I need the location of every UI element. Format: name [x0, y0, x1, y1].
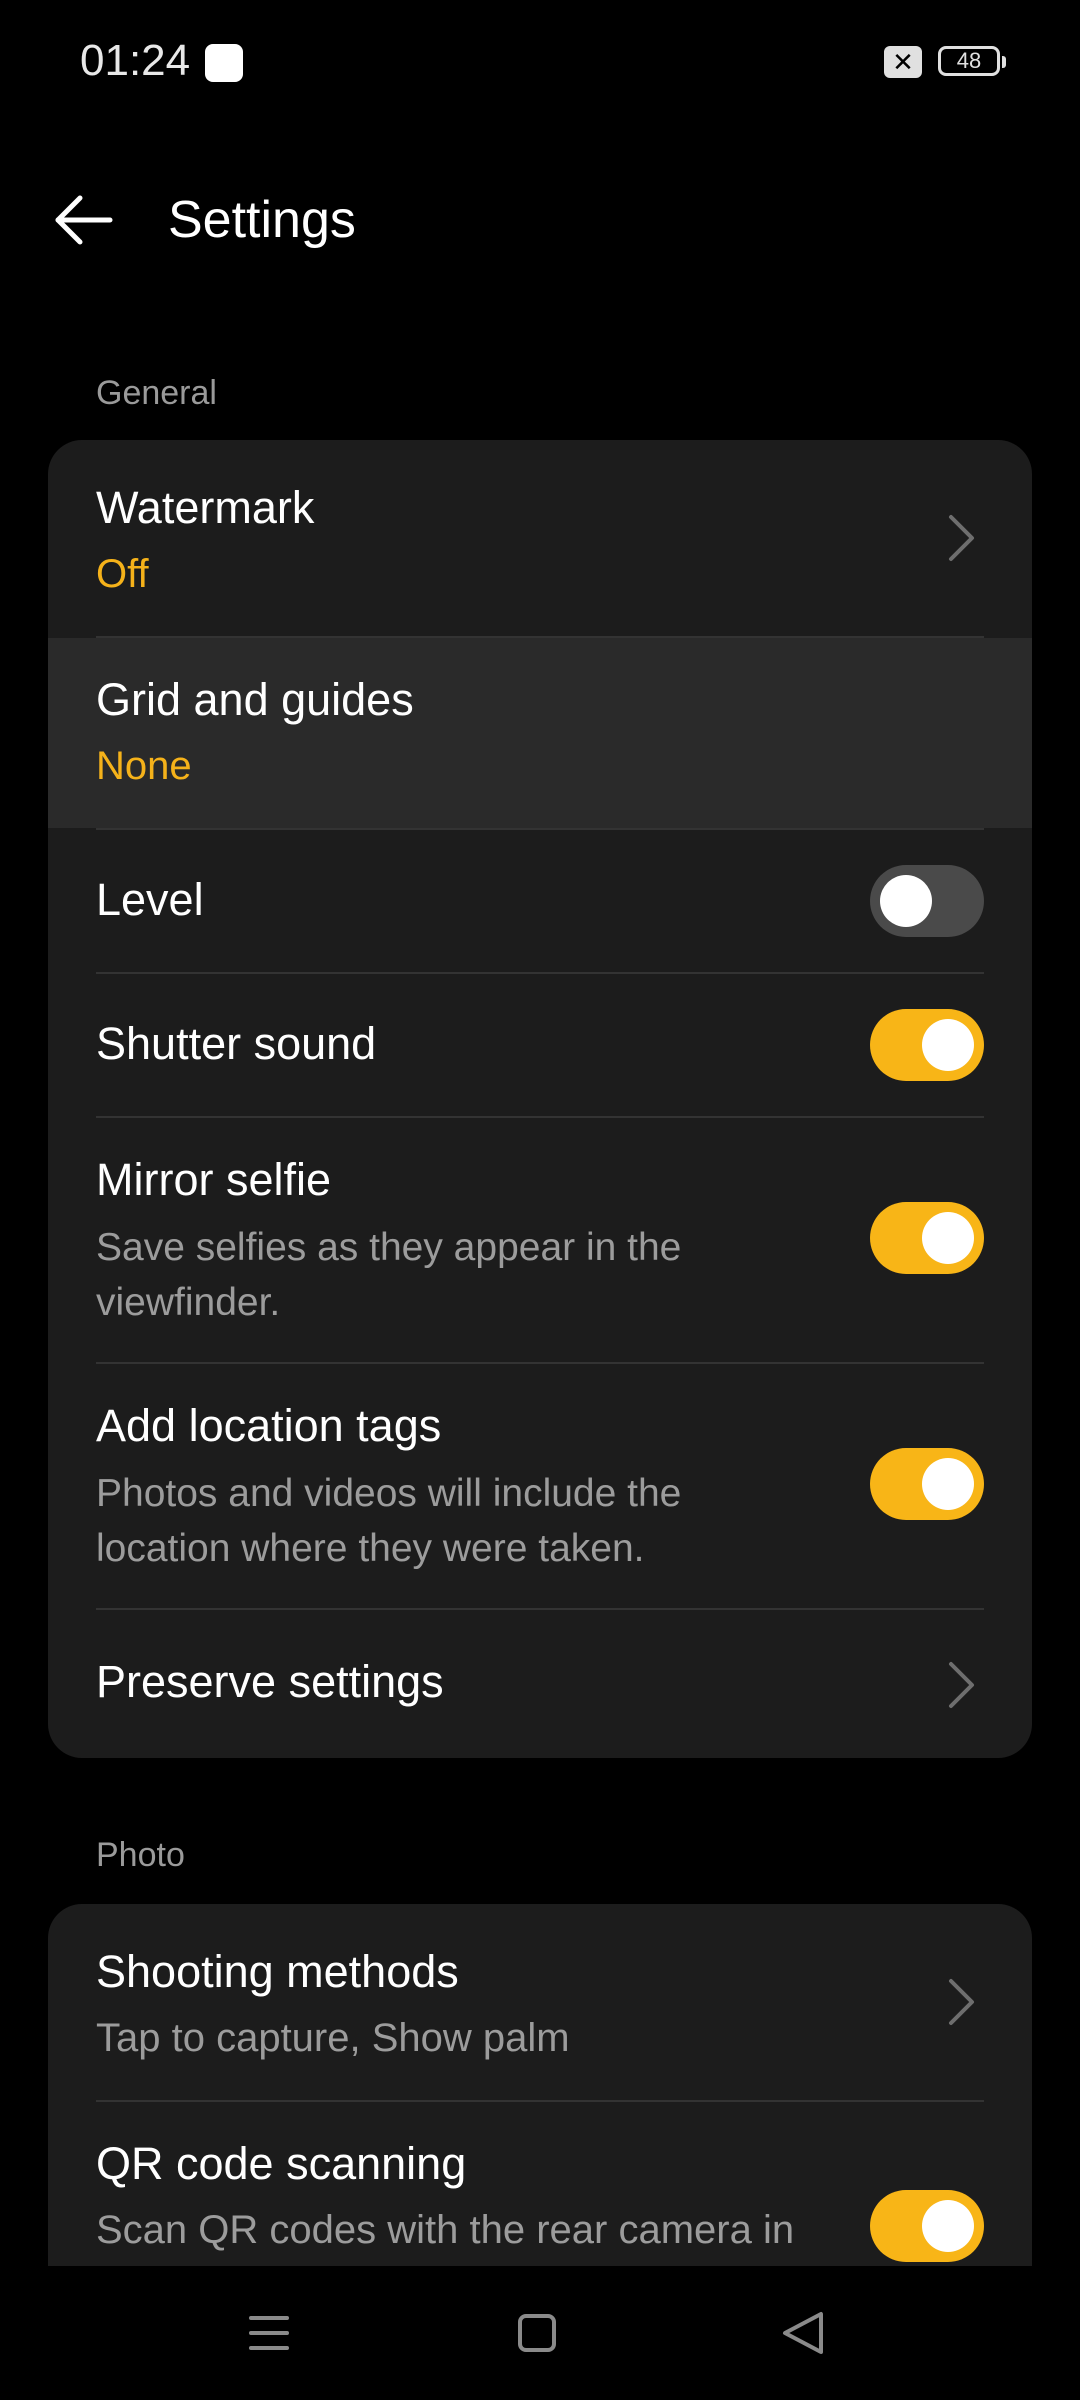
qr-code-scanning-title: QR code scanning [96, 2138, 467, 2189]
mirror-selfie-title: Mirror selfie [96, 1154, 332, 1205]
home-button[interactable] [497, 2296, 577, 2370]
section-label-general: General [96, 374, 217, 412]
realme-app-icon [205, 44, 243, 82]
general-settings-card: Watermark Off Grid and guides None Level… [48, 440, 1032, 1758]
status-bar: 01:24 ✕ 48 [0, 0, 1080, 126]
back-button[interactable] [40, 180, 130, 260]
watermark-title: Watermark [96, 482, 315, 533]
chevron-right-icon [949, 1979, 974, 2025]
level-toggle[interactable] [870, 865, 984, 937]
chevron-right-icon [949, 1662, 974, 1708]
mirror-selfie-subtitle: Save selfies as they appear in the viewf… [96, 1226, 682, 1324]
section-label-photo: Photo [96, 1836, 185, 1874]
status-time: 01:24 [80, 36, 191, 85]
back-nav-button[interactable] [763, 2296, 843, 2370]
qr-code-scanning-subtitle: Scan QR codes with the rear camera in [96, 2208, 795, 2252]
preserve-settings-title: Preserve settings [96, 1656, 444, 1707]
grid-title: Grid and guides [96, 674, 414, 725]
watermark-value: Off [96, 552, 149, 596]
system-navigation-bar [0, 2266, 1080, 2400]
watermark-row[interactable]: Watermark Off [48, 440, 1032, 636]
shutter-sound-title: Shutter sound [96, 1018, 377, 1069]
level-row[interactable]: Level [48, 830, 1032, 972]
qr-code-scanning-toggle[interactable] [870, 2190, 984, 2262]
shooting-methods-row[interactable]: Shooting methods Tap to capture, Show pa… [48, 1904, 1032, 2100]
back-triangle-icon [783, 2312, 823, 2354]
no-sim-icon: ✕ [884, 46, 922, 78]
location-tags-title: Add location tags [96, 1400, 442, 1451]
toggle-knob [922, 1212, 974, 1264]
shutter-sound-toggle[interactable] [870, 1009, 984, 1081]
battery-icon: 48 [938, 46, 1006, 76]
chevron-right-icon [949, 515, 974, 561]
grid-and-guides-row[interactable]: Grid and guides None [48, 638, 1032, 828]
recents-button[interactable] [229, 2296, 309, 2370]
location-tags-subtitle: Photos and videos will include the locat… [96, 1472, 682, 1570]
location-tags-toggle[interactable] [870, 1448, 984, 1520]
toggle-knob [880, 875, 932, 927]
page-title: Settings [168, 191, 356, 249]
location-tags-row[interactable]: Add location tags Photos and videos will… [48, 1364, 1032, 1608]
home-square-icon [518, 2314, 556, 2352]
toggle-knob [922, 2200, 974, 2252]
shooting-methods-title: Shooting methods [96, 1946, 459, 1997]
photo-settings-card: Shooting methods Tap to capture, Show pa… [48, 1904, 1032, 2266]
mirror-selfie-toggle[interactable] [870, 1202, 984, 1274]
qr-code-scanning-row[interactable]: QR code scanning Scan QR codes with the … [48, 2102, 1032, 2266]
toggle-knob [922, 1458, 974, 1510]
menu-icon [249, 2316, 289, 2350]
level-title: Level [96, 874, 204, 925]
mirror-selfie-row[interactable]: Mirror selfie Save selfies as they appea… [48, 1118, 1032, 1362]
grid-value: None [96, 744, 192, 788]
app-bar: Settings [0, 160, 1080, 280]
arrow-left-icon [55, 195, 113, 245]
shooting-methods-subtitle: Tap to capture, Show palm [96, 2016, 570, 2060]
camera-settings-screen: 01:24 ✕ 48 Settings General Watermark Of… [0, 0, 1080, 2400]
toggle-knob [922, 1019, 974, 1071]
battery-level: 48 [956, 48, 982, 73]
preserve-settings-row[interactable]: Preserve settings [48, 1610, 1032, 1758]
shutter-sound-row[interactable]: Shutter sound [48, 974, 1032, 1116]
